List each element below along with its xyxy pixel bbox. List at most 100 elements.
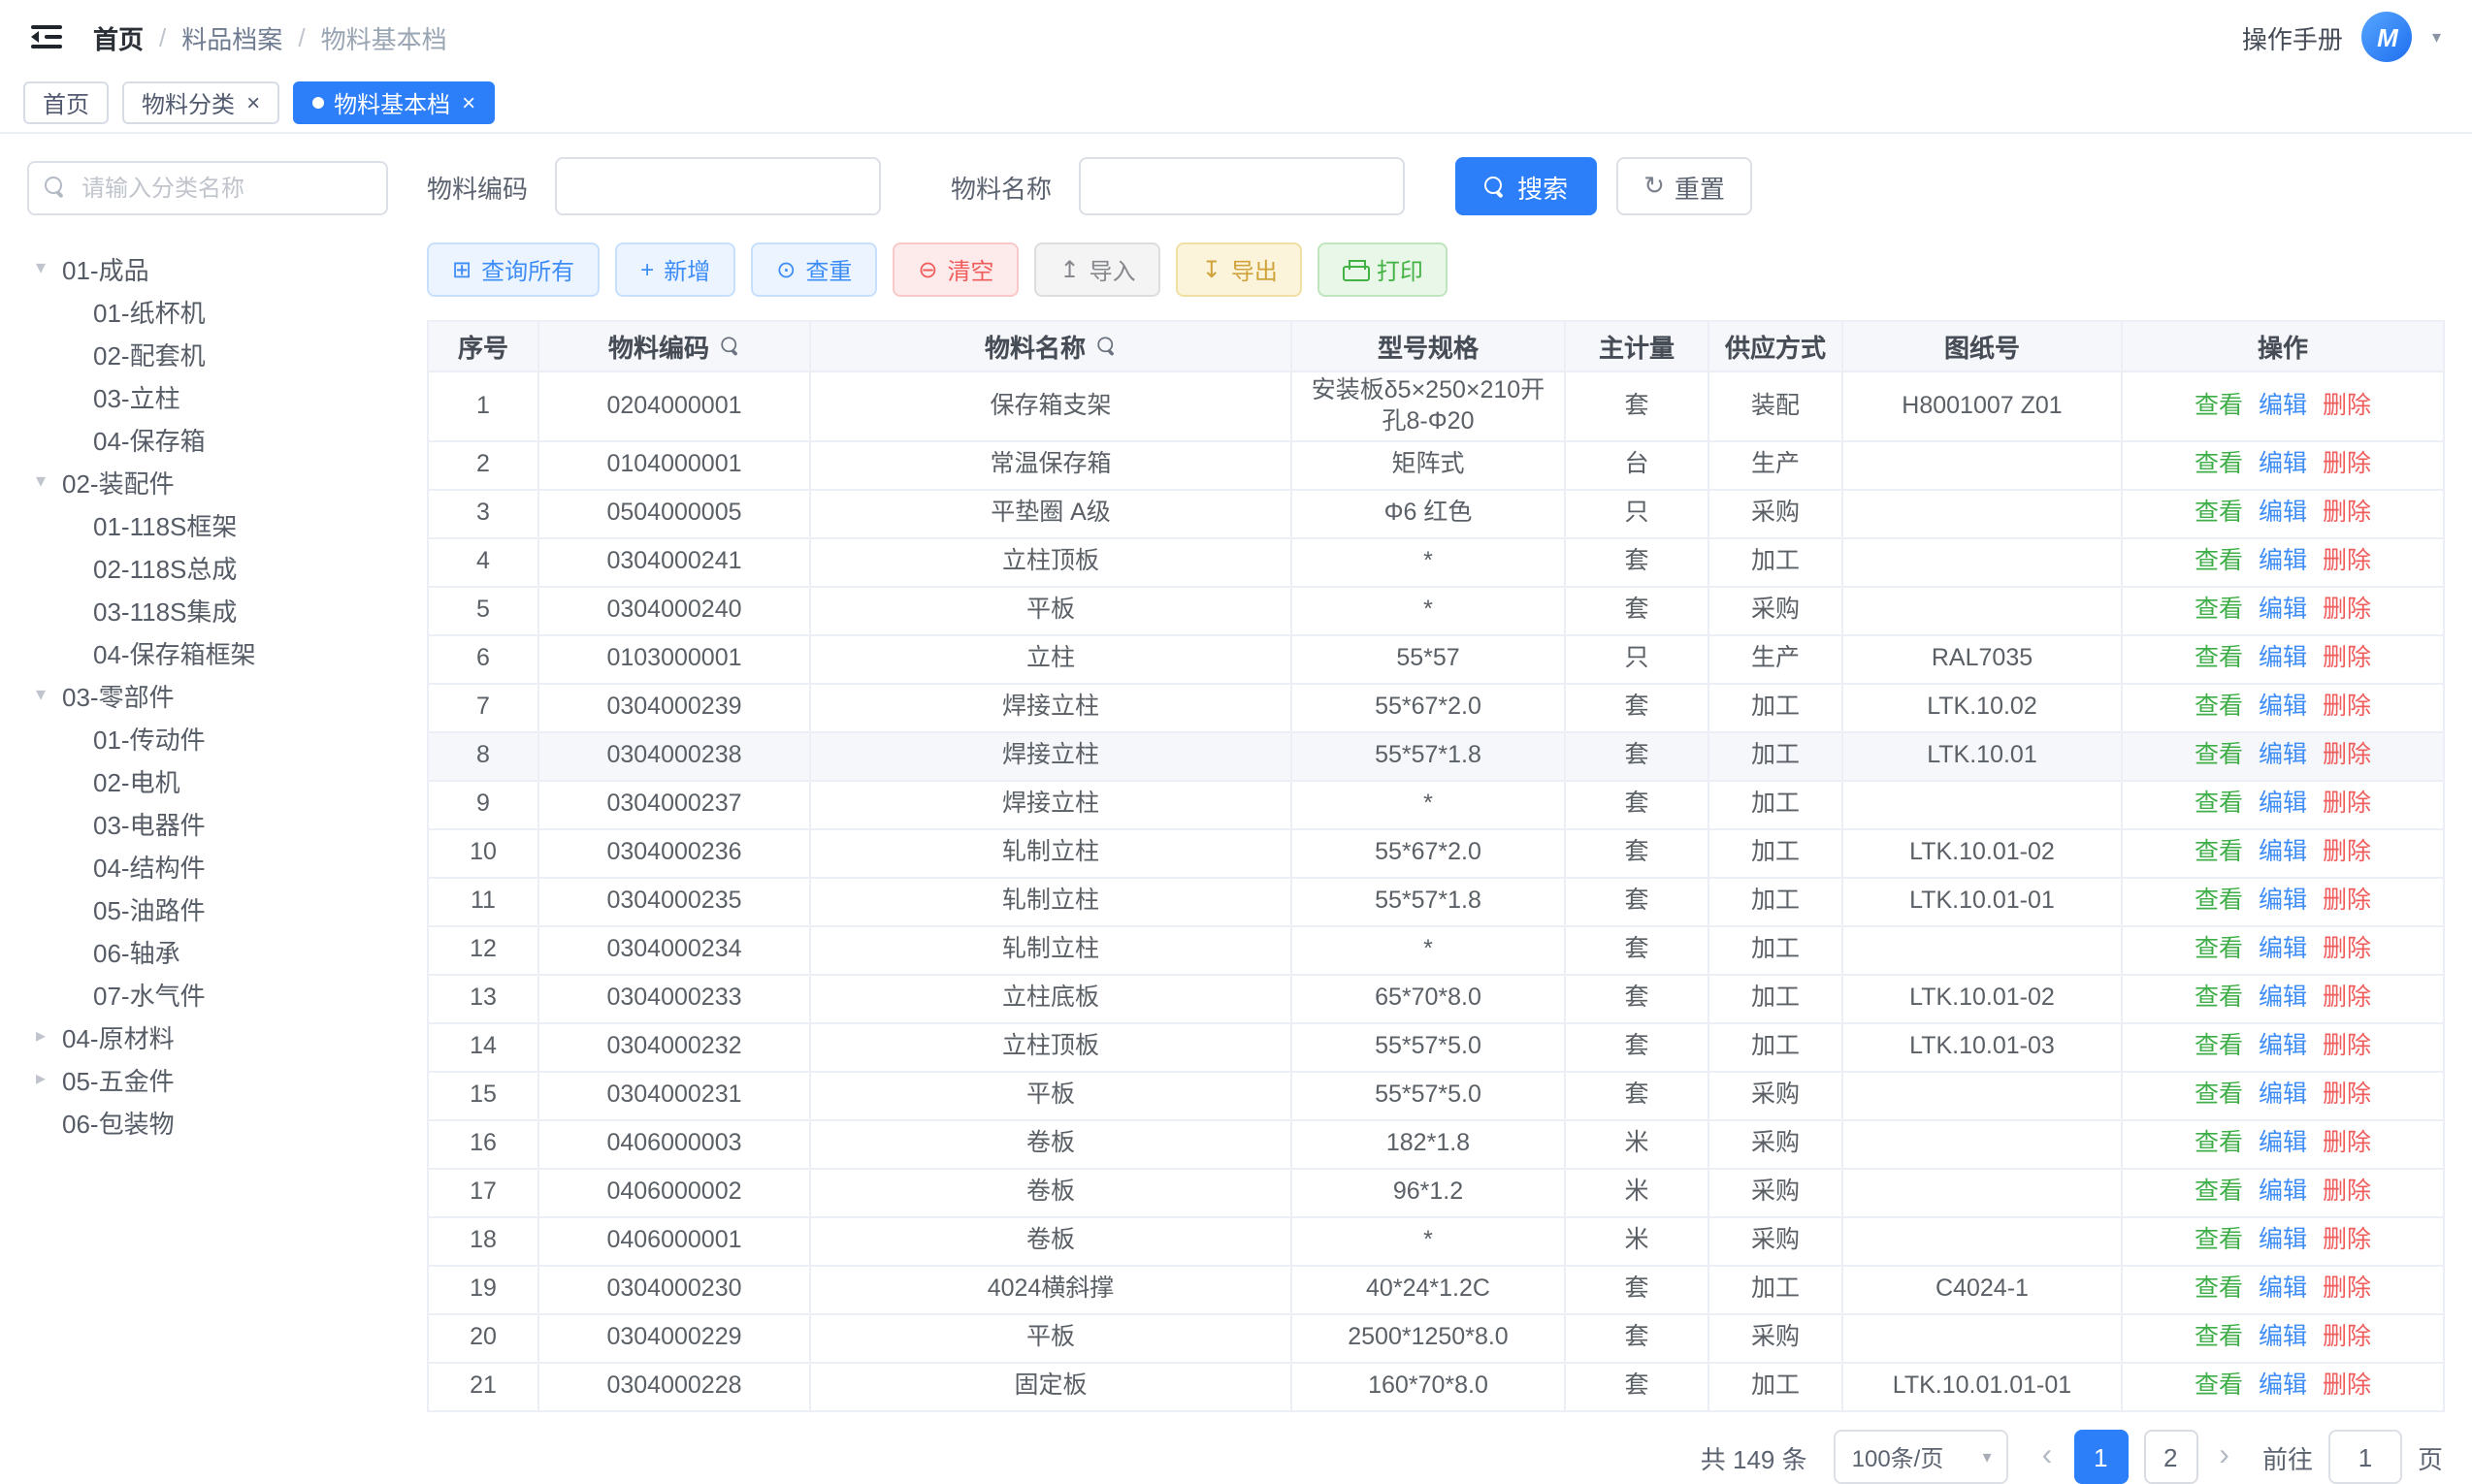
edit-link[interactable]: 编辑: [2259, 1275, 2307, 1303]
edit-link[interactable]: 编辑: [2259, 984, 2307, 1012]
delete-link[interactable]: 删除: [2323, 984, 2371, 1012]
edit-link[interactable]: 编辑: [2259, 887, 2307, 915]
close-icon[interactable]: ×: [462, 91, 475, 114]
view-link[interactable]: 查看: [2195, 1178, 2243, 1206]
tree-subitem[interactable]: 01-传动件: [27, 716, 388, 758]
view-link[interactable]: 查看: [2195, 694, 2243, 721]
tree-item[interactable]: ▸05-五金件: [27, 1057, 388, 1100]
caret-down-icon[interactable]: ▾: [31, 684, 50, 705]
page-size-select[interactable]: 100条/页 ▾: [1835, 1431, 2009, 1484]
delete-link[interactable]: 删除: [2323, 1033, 2371, 1060]
page-button-1[interactable]: 1: [2073, 1431, 2128, 1484]
tree-item[interactable]: 06-包装物: [27, 1100, 388, 1143]
delete-link[interactable]: 删除: [2323, 742, 2371, 769]
prev-page-icon[interactable]: ‹: [2036, 1442, 2059, 1473]
view-link[interactable]: 查看: [2195, 790, 2243, 818]
tree-subitem[interactable]: 04-结构件: [27, 844, 388, 887]
tree-item[interactable]: ▾01-成品: [27, 246, 388, 289]
view-link[interactable]: 查看: [2195, 1275, 2243, 1303]
edit-link[interactable]: 编辑: [2259, 500, 2307, 527]
delete-link[interactable]: 删除: [2323, 1178, 2371, 1206]
tab-item[interactable]: 首页: [23, 81, 109, 124]
delete-link[interactable]: 删除: [2323, 1275, 2371, 1303]
view-link[interactable]: 查看: [2195, 839, 2243, 866]
edit-link[interactable]: 编辑: [2259, 1324, 2307, 1351]
reset-button[interactable]: ↻ 重置: [1616, 157, 1752, 215]
delete-link[interactable]: 删除: [2323, 1324, 2371, 1351]
search-button[interactable]: 搜索: [1455, 157, 1597, 215]
delete-link[interactable]: 删除: [2323, 597, 2371, 624]
tree-subitem[interactable]: 04-保存箱: [27, 417, 388, 460]
export-button[interactable]: ↧导出: [1177, 242, 1303, 297]
delete-link[interactable]: 删除: [2323, 839, 2371, 866]
caret-right-icon[interactable]: ▸: [31, 1068, 50, 1089]
clear-button[interactable]: ⊖清空: [893, 242, 1019, 297]
tree-subitem[interactable]: 07-水气件: [27, 972, 388, 1015]
check-duplicate-button[interactable]: ⊙查重: [751, 242, 877, 297]
tree-subitem[interactable]: 01-纸杯机: [27, 289, 388, 332]
avatar[interactable]: M: [2362, 12, 2413, 62]
view-link[interactable]: 查看: [2195, 984, 2243, 1012]
delete-link[interactable]: 删除: [2323, 451, 2371, 478]
delete-link[interactable]: 删除: [2323, 1081, 2371, 1109]
view-link[interactable]: 查看: [2195, 548, 2243, 575]
caret-down-icon[interactable]: ▾: [31, 257, 50, 278]
delete-link[interactable]: 删除: [2323, 694, 2371, 721]
chevron-down-icon[interactable]: ▾: [2432, 26, 2441, 48]
view-link[interactable]: 查看: [2195, 1372, 2243, 1400]
tree-subitem[interactable]: 03-118S集成: [27, 588, 388, 630]
tab-item[interactable]: 物料分类×: [122, 81, 279, 124]
delete-link[interactable]: 删除: [2323, 790, 2371, 818]
view-link[interactable]: 查看: [2195, 1324, 2243, 1351]
close-icon[interactable]: ×: [246, 91, 260, 114]
tree-subitem[interactable]: 04-保存箱框架: [27, 630, 388, 673]
material-code-input[interactable]: [555, 157, 881, 215]
view-link[interactable]: 查看: [2195, 392, 2243, 419]
delete-link[interactable]: 删除: [2323, 936, 2371, 963]
edit-link[interactable]: 编辑: [2259, 1178, 2307, 1206]
delete-link[interactable]: 删除: [2323, 645, 2371, 672]
tab-active[interactable]: 物料基本档×: [293, 81, 495, 124]
edit-link[interactable]: 编辑: [2259, 392, 2307, 419]
tree-subitem[interactable]: 02-118S总成: [27, 545, 388, 588]
tree-subitem[interactable]: 06-轴承: [27, 929, 388, 972]
query-all-button[interactable]: ⊞查询所有: [427, 242, 600, 297]
tree-subitem[interactable]: 02-配套机: [27, 332, 388, 374]
delete-link[interactable]: 删除: [2323, 1227, 2371, 1254]
edit-link[interactable]: 编辑: [2259, 742, 2307, 769]
edit-link[interactable]: 编辑: [2259, 548, 2307, 575]
tree-subitem[interactable]: 05-油路件: [27, 887, 388, 929]
edit-link[interactable]: 编辑: [2259, 645, 2307, 672]
goto-page-input[interactable]: [2328, 1431, 2402, 1484]
edit-link[interactable]: 编辑: [2259, 694, 2307, 721]
caret-down-icon[interactable]: ▾: [31, 470, 50, 492]
tree-item[interactable]: ▸04-原材料: [27, 1015, 388, 1057]
edit-link[interactable]: 编辑: [2259, 1081, 2307, 1109]
tree-subitem[interactable]: 03-电器件: [27, 801, 388, 844]
edit-link[interactable]: 编辑: [2259, 451, 2307, 478]
tree-subitem[interactable]: 03-立柱: [27, 374, 388, 417]
edit-link[interactable]: 编辑: [2259, 597, 2307, 624]
print-button[interactable]: 打印: [1318, 242, 1448, 297]
next-page-icon[interactable]: ›: [2213, 1442, 2235, 1473]
manual-link[interactable]: 操作手册: [2242, 18, 2343, 55]
delete-link[interactable]: 删除: [2323, 1130, 2371, 1157]
delete-link[interactable]: 删除: [2323, 1372, 2371, 1400]
view-link[interactable]: 查看: [2195, 936, 2243, 963]
column-search-icon[interactable]: [720, 337, 738, 355]
edit-link[interactable]: 编辑: [2259, 1033, 2307, 1060]
tree-subitem[interactable]: 02-电机: [27, 758, 388, 801]
delete-link[interactable]: 删除: [2323, 548, 2371, 575]
view-link[interactable]: 查看: [2195, 887, 2243, 915]
import-button[interactable]: ↥导入: [1035, 242, 1161, 297]
add-button[interactable]: +新增: [615, 242, 735, 297]
edit-link[interactable]: 编辑: [2259, 839, 2307, 866]
page-button-2[interactable]: 2: [2143, 1431, 2197, 1484]
edit-link[interactable]: 编辑: [2259, 1130, 2307, 1157]
delete-link[interactable]: 删除: [2323, 887, 2371, 915]
edit-link[interactable]: 编辑: [2259, 1372, 2307, 1400]
breadcrumb-home[interactable]: 首页: [93, 18, 144, 55]
delete-link[interactable]: 删除: [2323, 392, 2371, 419]
collapse-sidebar-icon[interactable]: [31, 25, 62, 48]
column-search-icon[interactable]: [1096, 337, 1115, 355]
